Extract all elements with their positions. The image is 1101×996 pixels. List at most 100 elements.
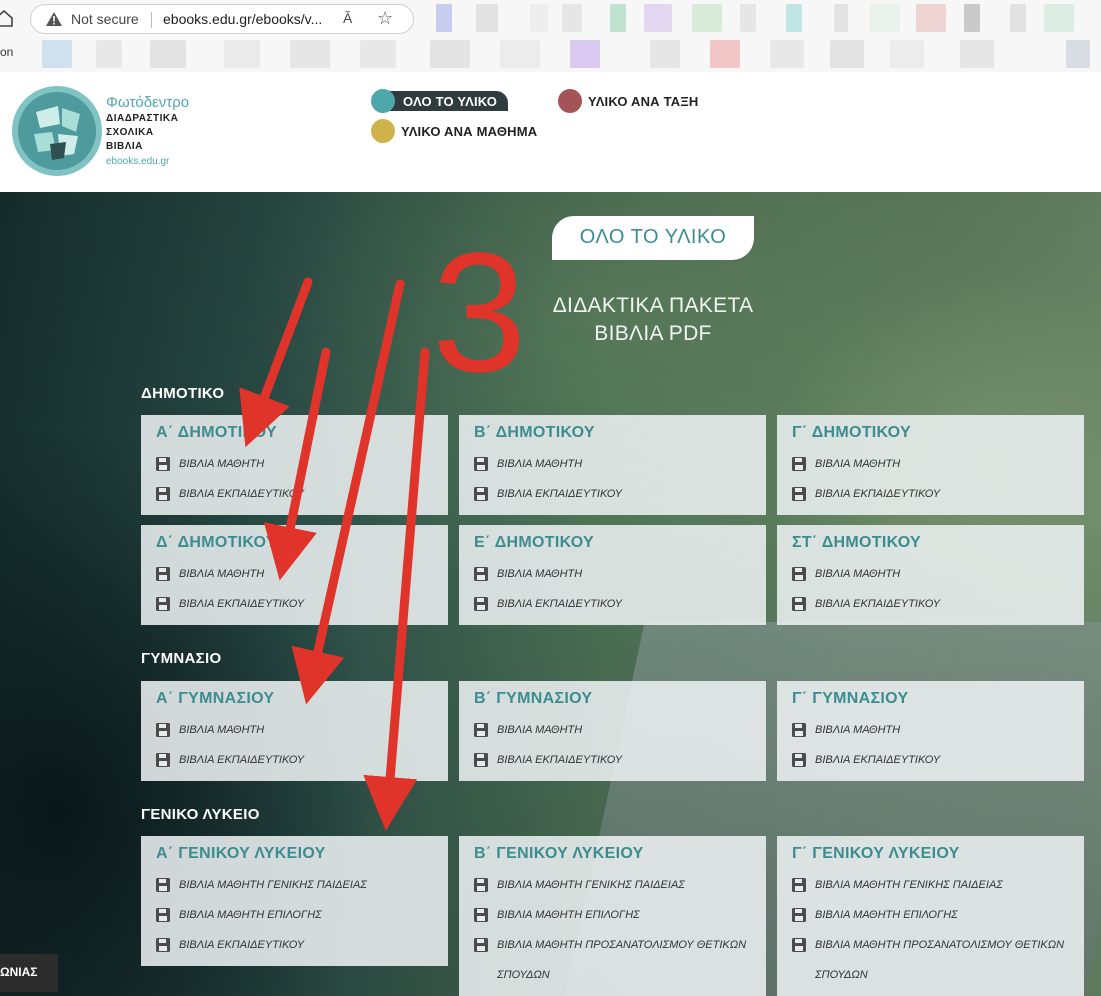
floppy-disk-icon [156,908,170,922]
card-link[interactable]: ΒΙΒΛΙΑ ΜΑΘΗΤΗ [791,559,1077,589]
card-title[interactable]: Α΄ ΔΗΜΟΤΙΚΟΥ [156,424,277,442]
site-header: Φωτόδεντρο ΔΙΑΔΡΑΣΤΙΚΑ ΣΧΟΛΙΚΑ ΒΙΒΛΙΑ eb… [0,72,1101,192]
star-icon[interactable]: ☆ [377,8,393,29]
card-link[interactable]: ΒΙΒΛΙΑ ΜΑΘΗΤΗ ΓΕΝΙΚΗΣ ΠΑΙΔΕΙΑΣ [791,870,1077,900]
card-title[interactable]: Β΄ ΓΥΜΝΑΣΙΟΥ [474,690,592,708]
card-link[interactable]: ΒΙΒΛΙΑ ΕΚΠΑΙΔΕΥΤΙΚΟΥ [155,589,441,619]
card-link[interactable]: ΒΙΒΛΙΑ ΕΚΠΑΙΔΕΥΤΙΚΟΥ [155,930,441,960]
class-card-a-dimotikou: Α΄ ΔΗΜΟΤΙΚΟΥ ΒΙΒΛΙΑ ΜΑΘΗΤΗ ΒΙΒΛΙΑ ΕΚΠΑΙΔ… [141,415,448,515]
logo-line-2: ΣΧΟΛΙΚΑ [106,127,154,138]
floppy-disk-icon [474,487,488,501]
maroon-dot-icon [558,89,582,113]
hero-section: ΟΛΟ ΤΟ ΥΛΙΚΟ ΔΙΔΑΚΤΙΚΑ ΠΑΚΕΤΑ ΒΙΒΛΙΑ PDF… [0,192,1101,996]
card-title[interactable]: Γ΄ ΔΗΜΟΤΙΚΟΥ [792,424,911,442]
logo-url: ebooks.edu.gr [106,156,170,167]
card-link[interactable]: ΒΙΒΛΙΑ ΜΑΘΗΤΗ [473,449,759,479]
card-title[interactable]: Ε΄ ΔΗΜΟΤΙΚΟΥ [474,534,594,552]
floppy-disk-icon [156,567,170,581]
card-link[interactable]: ΒΙΒΛΙΑ ΕΚΠΑΙΔΕΥΤΙΚΟΥ [155,745,441,775]
floppy-disk-icon [156,938,170,952]
card-link[interactable]: ΒΙΒΛΙΑ ΜΑΘΗΤΗ ΠΡΟΣΑΝΑΤΟΛΙΣΜΟΥ ΘΕΤΙΚΩΝ ΣΠ… [473,930,759,990]
browser-chrome: Not secure ebooks.edu.gr/ebooks/v... Ă … [0,0,1101,72]
card-link[interactable]: ΒΙΒΛΙΑ ΜΑΘΗΤΗ ΕΠΙΛΟΓΗΣ [155,900,441,930]
nav-all-label: ΟΛΟ ΤΟ ΥΛΙΚΟ [403,93,498,109]
blurred-tabs [430,4,1090,32]
floppy-disk-icon [792,753,806,767]
nav-all-material[interactable]: ΟΛΟ ΤΟ ΥΛΙΚΟ [371,89,497,113]
floppy-disk-icon [792,908,806,922]
card-title[interactable]: Γ΄ ΓΕΝΙΚΟΥ ΛΥΚΕΙΟΥ [792,845,960,863]
url-text[interactable]: ebooks.edu.gr/ebooks/v... [163,11,322,27]
photodendro-logo-icon[interactable] [10,84,104,178]
class-card-a-lykeiou: Α΄ ΓΕΝΙΚΟΥ ΛΥΚΕΙΟΥ ΒΙΒΛΙΑ ΜΑΘΗΤΗ ΓΕΝΙΚΗΣ… [141,836,448,966]
level-heading-lykeio: ΓΕΝΙΚΟ ΛΥΚΕΙΟ [141,806,260,823]
floppy-disk-icon [792,457,806,471]
floppy-disk-icon [474,457,488,471]
read-aloud-icon[interactable]: Ă [343,10,352,26]
gold-dot-icon [371,119,395,143]
card-link[interactable]: ΒΙΒΛΙΑ ΕΚΠΑΙΔΕΥΤΙΚΟΥ [473,589,759,619]
card-link[interactable]: ΒΙΒΛΙΑ ΕΚΠΑΙΔΕΥΤΙΚΟΥ [473,745,759,775]
floppy-disk-icon [474,567,488,581]
warning-icon [46,12,62,26]
card-title[interactable]: Α΄ ΓΥΜΝΑΣΙΟΥ [156,690,274,708]
corner-button[interactable]: ΩΝΙΑΣ [0,954,58,992]
card-title[interactable]: Β΄ ΔΗΜΟΤΙΚΟΥ [474,424,595,442]
floppy-disk-icon [156,753,170,767]
card-title[interactable]: ΣΤ΄ ΔΗΜΟΤΙΚΟΥ [792,534,921,552]
class-card-g-gymnasiou: Γ΄ ΓΥΜΝΑΣΙΟΥ ΒΙΒΛΙΑ ΜΑΘΗΤΗ ΒΙΒΛΙΑ ΕΚΠΑΙΔ… [777,681,1084,781]
floppy-disk-icon [792,567,806,581]
class-card-st-dimotikou: ΣΤ΄ ΔΗΜΟΤΙΚΟΥ ΒΙΒΛΙΑ ΜΑΘΗΤΗ ΒΙΒΛΙΑ ΕΚΠΑΙ… [777,525,1084,625]
hero-subtitle-1: ΔΙΔΑΚΤΙΚΑ ΠΑΚΕΤΑ [552,294,754,317]
card-link[interactable]: ΒΙΒΛΙΑ ΜΑΘΗΤΗ [791,449,1077,479]
card-title[interactable]: Γ΄ ΓΥΜΝΑΣΙΟΥ [792,690,908,708]
floppy-disk-icon [156,723,170,737]
floppy-disk-icon [474,597,488,611]
teal-dot-icon [371,89,395,113]
card-link[interactable]: ΒΙΒΛΙΑ ΜΑΘΗΤΗ ΕΠΙΛΟΓΗΣ [473,900,759,930]
card-link[interactable]: ΒΙΒΛΙΑ ΜΑΘΗΤΗ ΠΡΟΣΑΝΑΤΟΛΙΣΜΟΥ ΘΕΤΙΚΩΝ ΣΠ… [791,930,1077,990]
card-link[interactable]: ΒΙΒΛΙΑ ΜΑΘΗΤΗ [791,715,1077,745]
floppy-disk-icon [792,878,806,892]
class-card-b-lykeiou: Β΄ ΓΕΝΙΚΟΥ ΛΥΚΕΙΟΥ ΒΙΒΛΙΑ ΜΑΘΗΤΗ ΓΕΝΙΚΗΣ… [459,836,766,996]
card-link[interactable]: ΒΙΒΛΙΑ ΜΑΘΗΤΗ [155,715,441,745]
card-link[interactable]: ΒΙΒΛΙΑ ΜΑΘΗΤΗ [473,559,759,589]
card-link[interactable]: ΒΙΒΛΙΑ ΜΑΘΗΤΗ [155,449,441,479]
not-secure-label[interactable]: Not secure [71,11,139,27]
floppy-disk-icon [792,597,806,611]
card-link[interactable]: ΒΙΒΛΙΑ ΜΑΘΗΤΗ ΓΕΝΙΚΗΣ ΠΑΙΔΕΙΑΣ [155,870,441,900]
card-link[interactable]: ΒΙΒΛΙΑ ΕΚΠΑΙΔΕΥΤΙΚΟΥ [791,745,1077,775]
class-card-b-gymnasiou: Β΄ ΓΥΜΝΑΣΙΟΥ ΒΙΒΛΙΑ ΜΑΘΗΤΗ ΒΙΒΛΙΑ ΕΚΠΑΙΔ… [459,681,766,781]
floppy-disk-icon [474,878,488,892]
class-card-g-lykeiou: Γ΄ ΓΕΝΙΚΟΥ ΛΥΚΕΙΟΥ ΒΙΒΛΙΑ ΜΑΘΗΤΗ ΓΕΝΙΚΗΣ… [777,836,1084,996]
floppy-disk-icon [156,878,170,892]
corner-button-label: ΩΝΙΑΣ [0,965,38,979]
nav-by-subject[interactable]: ΥΛΙΚΟ ΑΝΑ ΜΑΘΗΜΑ [371,119,537,143]
card-title[interactable]: Β΄ ΓΕΝΙΚΟΥ ΛΥΚΕΙΟΥ [474,845,644,863]
card-link[interactable]: ΒΙΒΛΙΑ ΜΑΘΗΤΗ ΕΠΙΛΟΓΗΣ [791,900,1077,930]
nav-by-class[interactable]: ΥΛΙΚΟ ΑΝΑ ΤΑΞΗ [558,89,699,113]
card-link[interactable]: ΒΙΒΛΙΑ ΜΑΘΗΤΗ [473,715,759,745]
nav-by-class-label: ΥΛΙΚΟ ΑΝΑ ΤΑΞΗ [588,93,699,109]
home-icon[interactable] [0,10,14,28]
class-card-b-dimotikou: Β΄ ΔΗΜΟΤΙΚΟΥ ΒΙΒΛΙΑ ΜΑΘΗΤΗ ΒΙΒΛΙΑ ΕΚΠΑΙΔ… [459,415,766,515]
logo-title[interactable]: Φωτόδεντρο [106,94,189,111]
card-title[interactable]: Δ΄ ΔΗΜΟΤΙΚΟΥ [156,534,277,552]
card-link[interactable]: ΒΙΒΛΙΑ ΕΚΠΑΙΔΕΥΤΙΚΟΥ [791,589,1077,619]
card-link[interactable]: ΒΙΒΛΙΑ ΕΚΠΑΙΔΕΥΤΙΚΟΥ [791,479,1077,509]
logo-line-3: ΒΙΒΛΙΑ [106,141,143,152]
floppy-disk-icon [474,753,488,767]
card-link[interactable]: ΒΙΒΛΙΑ ΜΑΘΗΤΗ ΓΕΝΙΚΗΣ ΠΑΙΔΕΙΑΣ [473,870,759,900]
hero-subtitle-2: ΒΙΒΛΙΑ PDF [594,322,712,345]
class-card-e-dimotikou: Ε΄ ΔΗΜΟΤΙΚΟΥ ΒΙΒΛΙΑ ΜΑΘΗΤΗ ΒΙΒΛΙΑ ΕΚΠΑΙΔ… [459,525,766,625]
level-heading-gymnasio: ΓΥΜΝΑΣΙΟ [141,650,222,667]
card-link[interactable]: ΒΙΒΛΙΑ ΜΑΘΗΤΗ [155,559,441,589]
card-link[interactable]: ΒΙΒΛΙΑ ΕΚΠΑΙΔΕΥΤΙΚΟΥ [473,479,759,509]
address-bar[interactable]: Not secure ebooks.edu.gr/ebooks/v... Ă … [30,4,414,34]
class-card-a-gymnasiou: Α΄ ΓΥΜΝΑΣΙΟΥ ΒΙΒΛΙΑ ΜΑΘΗΤΗ ΒΙΒΛΙΑ ΕΚΠΑΙΔ… [141,681,448,781]
blurred-bookmarks [10,40,1100,68]
bookmark-fragment[interactable]: on [0,45,13,59]
floppy-disk-icon [474,908,488,922]
card-link[interactable]: ΒΙΒΛΙΑ ΕΚΠΑΙΔΕΥΤΙΚΟΥ [155,479,441,509]
card-title[interactable]: Α΄ ΓΕΝΙΚΟΥ ΛΥΚΕΙΟΥ [156,845,326,863]
